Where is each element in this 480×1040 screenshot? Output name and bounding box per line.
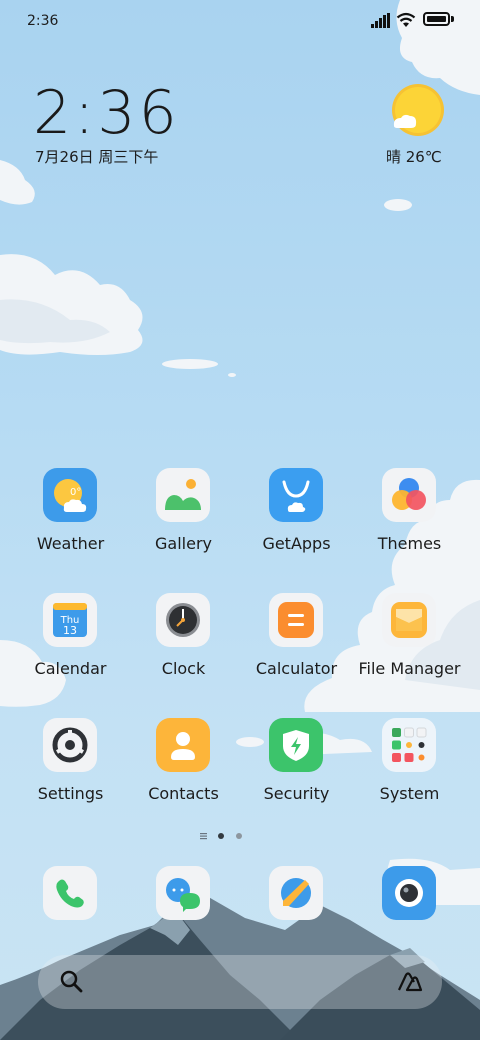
clock-icon	[156, 593, 210, 647]
contacts-icon	[156, 718, 210, 772]
themes-icon	[382, 468, 436, 522]
battery-tip	[451, 16, 454, 22]
battery-icon	[423, 12, 450, 26]
wifi-icon	[396, 12, 416, 27]
app-label: System	[379, 784, 440, 803]
messaging-icon	[156, 866, 210, 920]
folder-system[interactable]: System	[353, 718, 466, 828]
calculator-icon	[269, 593, 323, 647]
app-weather[interactable]: 0° Weather	[14, 468, 127, 578]
page-dot	[236, 833, 242, 839]
gallery-icon	[156, 468, 210, 522]
app-getapps[interactable]: GetApps	[240, 468, 353, 578]
search-icon	[60, 970, 83, 993]
status-bar: 2:36	[0, 0, 480, 42]
folder-icon	[382, 718, 436, 772]
calendar-icon: Thu 13	[43, 593, 97, 647]
app-calculator[interactable]: Calculator	[240, 593, 353, 703]
svg-text:13: 13	[63, 624, 77, 637]
search-bar[interactable]	[38, 955, 442, 1009]
app-label: Themes	[377, 534, 442, 553]
app-themes[interactable]: Themes	[353, 468, 466, 578]
app-calendar[interactable]: Thu 13 Calendar	[14, 593, 127, 703]
app-settings[interactable]: Settings	[14, 718, 127, 828]
app-clock[interactable]: Clock	[127, 593, 240, 703]
app-security[interactable]: Security	[240, 718, 353, 828]
weather-widget-text[interactable]: 晴 26℃	[386, 146, 442, 167]
browser-icon	[269, 866, 323, 920]
weather-icon: 0°	[43, 468, 97, 522]
phone-icon	[43, 866, 97, 920]
camera-icon	[382, 866, 436, 920]
app-label: File Manager	[358, 659, 461, 678]
page-dot-active	[218, 833, 224, 839]
app-contacts[interactable]: Contacts	[127, 718, 240, 828]
voice-assistant-icon[interactable]	[396, 969, 424, 993]
file-manager-icon	[382, 593, 436, 647]
page-indicator[interactable]	[200, 830, 250, 842]
clock-widget-time[interactable]: 2:36	[33, 78, 180, 148]
app-file-manager[interactable]: File Manager	[353, 593, 466, 703]
getapps-icon	[269, 468, 323, 522]
app-gallery[interactable]: Gallery	[127, 468, 240, 578]
sunny-weather-icon[interactable]	[390, 84, 446, 140]
status-time: 2:36	[27, 13, 59, 29]
svg-text:0°: 0°	[70, 487, 81, 498]
clock-widget-date[interactable]: 7月26日 周三下午	[35, 146, 158, 167]
feed-indicator-icon	[200, 833, 207, 835]
cellular-signal-icon	[371, 13, 390, 28]
security-icon	[269, 718, 323, 772]
settings-icon	[43, 718, 97, 772]
